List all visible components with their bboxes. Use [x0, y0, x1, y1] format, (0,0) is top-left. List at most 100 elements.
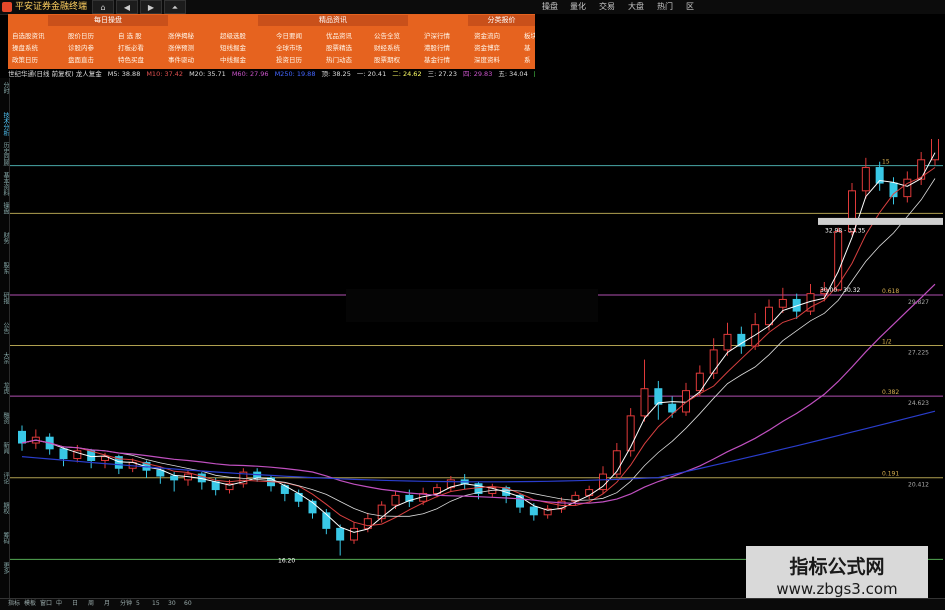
side-tab[interactable]: 分时 [0, 82, 9, 94]
period-tab[interactable]: 模板 [24, 599, 36, 609]
period-tab[interactable]: 5 [136, 599, 140, 609]
candle-body [170, 475, 179, 481]
menu-item[interactable]: 热门动态 [326, 55, 352, 66]
side-tab[interactable]: 公告 [0, 322, 9, 334]
side-tab[interactable]: 技术分析 [0, 112, 9, 136]
menu-item[interactable]: 公告全览 [374, 31, 400, 42]
tab-trade[interactable]: 交易 [597, 0, 617, 14]
period-tab[interactable]: 60 [184, 599, 192, 609]
side-tab[interactable]: 股东 [0, 262, 9, 274]
side-tab[interactable]: 研报 [0, 292, 9, 304]
kline-chart[interactable]: 1534.0380.61829.8271/227.2250.38224.6230… [10, 78, 943, 598]
candle-body [599, 473, 607, 491]
menu-item[interactable]: 涨停预测 [168, 43, 194, 54]
ma20-line [21, 178, 936, 517]
side-tab[interactable]: 期权 [0, 502, 9, 514]
side-tab[interactable]: 评论 [0, 472, 9, 484]
period-tab[interactable]: 日 [72, 599, 78, 609]
period-tab[interactable]: 周 [88, 599, 94, 609]
quick-menu-panel: 每日操盘 精品资讯 分类报价 自选股资讯 股价日历 自 选 股 涨停揭秘 超级选股 今日要闻 优品… [8, 14, 537, 69]
menu-item[interactable]: 港股行情 [424, 43, 450, 54]
forward-button[interactable]: ▶ [140, 0, 162, 14]
menu-item[interactable]: 优品资讯 [326, 31, 352, 42]
tab-hot[interactable]: 热门 [655, 0, 675, 14]
candle-body [778, 298, 787, 308]
menu-item[interactable]: 中线掘金 [220, 55, 246, 66]
back-button[interactable]: ◀ [116, 0, 138, 14]
menu-item[interactable]: 涨停揭秘 [168, 31, 194, 42]
legend-entry: 三: 27.23 [427, 70, 457, 78]
menu-item[interactable]: 财经系统 [374, 43, 400, 54]
fib-level-label: 1/2 [882, 338, 892, 345]
side-tab[interactable]: 财务 [0, 232, 9, 244]
candle-body [737, 333, 746, 347]
app-logo-icon [2, 2, 12, 12]
candle-body [848, 190, 856, 233]
menu-item[interactable]: 今日要闻 [276, 31, 302, 42]
menu-item[interactable]: 操盘系统 [12, 43, 38, 54]
menu-item[interactable]: 深度资料 [474, 55, 500, 66]
menu-item[interactable]: 投资日历 [276, 55, 302, 66]
menu-item[interactable]: 系 [524, 55, 531, 66]
tab-quant[interactable]: 量化 [568, 0, 588, 14]
price-annotation: 32.98 - 33.35 [825, 228, 866, 235]
period-tab[interactable]: 分钟 [120, 599, 132, 609]
period-tab[interactable]: 30 [168, 599, 176, 609]
menu-item[interactable]: 自选股资讯 [12, 31, 45, 42]
fib-level-value: 24.623 [908, 400, 929, 407]
period-tab[interactable]: 中 [56, 599, 62, 609]
side-tab[interactable]: 融资 [0, 412, 9, 424]
candle-body [336, 527, 345, 541]
menu-item[interactable]: 自 选 股 [118, 31, 142, 42]
side-tab[interactable]: 历史回顾 [0, 142, 9, 166]
menu-item[interactable]: 全球市场 [276, 43, 302, 54]
tab-region[interactable]: 区 [684, 0, 696, 14]
candle-body [723, 333, 732, 351]
period-tab[interactable]: 窗口 [40, 599, 52, 609]
menu-item[interactable]: 政策日历 [12, 55, 38, 66]
menu-item[interactable]: 短线掘金 [220, 43, 246, 54]
up-button[interactable]: ⏶ [164, 0, 186, 14]
menu-item[interactable]: 股票期权 [374, 55, 400, 66]
legend-entry: M10: 37.42 [146, 70, 184, 78]
menu-item[interactable]: 盘面直击 [68, 55, 94, 66]
fib-level-value: 27.225 [908, 349, 929, 356]
menu-item[interactable]: 超级选股 [220, 31, 246, 42]
price-annotation: 16.20 [278, 557, 295, 564]
period-tab[interactable]: 指标 [8, 599, 20, 609]
candle-body [350, 527, 358, 541]
candle-body [211, 481, 220, 491]
menu-item[interactable]: 资金流向 [474, 31, 500, 42]
side-tab[interactable]: 更多 [0, 562, 9, 574]
menu-item[interactable]: 特色买盘 [118, 55, 144, 66]
fib-level-label: 0.382 [882, 389, 899, 396]
candle-body [391, 494, 400, 506]
menu-item[interactable]: 沪深行情 [424, 31, 450, 42]
side-tab[interactable]: 基本资料 [0, 172, 9, 196]
highlight-bar [818, 217, 943, 225]
candle-body [626, 415, 635, 452]
period-tab[interactable]: 15 [152, 599, 160, 609]
side-tab[interactable]: 龙虎 [0, 382, 9, 394]
menu-item[interactable]: 打板必看 [118, 43, 144, 54]
candle-body [668, 403, 677, 413]
candle-body [917, 159, 926, 180]
legend-entry: M20: 35.71 [189, 70, 226, 78]
candle-body [585, 489, 594, 496]
menu-item[interactable]: 股价日历 [68, 31, 94, 42]
menu-item[interactable]: 股票精选 [326, 43, 352, 54]
menu-item[interactable]: 基金行情 [424, 55, 450, 66]
legend-entry: 四: 29.83 [462, 70, 493, 78]
home-button[interactable]: ⌂ [92, 0, 114, 14]
tab-operate[interactable]: 操盘 [540, 0, 560, 14]
side-tab[interactable]: 大宗 [0, 352, 9, 364]
side-tab[interactable]: 筹码 [0, 532, 9, 544]
menu-item[interactable]: 诊股内参 [68, 43, 94, 54]
side-tab[interactable]: 操盘 [0, 202, 9, 214]
menu-item[interactable]: 基 [524, 43, 531, 54]
tab-market[interactable]: 大盘 [626, 0, 646, 14]
period-tab[interactable]: 月 [104, 599, 110, 609]
side-tab[interactable]: 新闻 [0, 442, 9, 454]
menu-item[interactable]: 事件驱动 [168, 55, 194, 66]
menu-item[interactable]: 资金博弈 [474, 43, 500, 54]
